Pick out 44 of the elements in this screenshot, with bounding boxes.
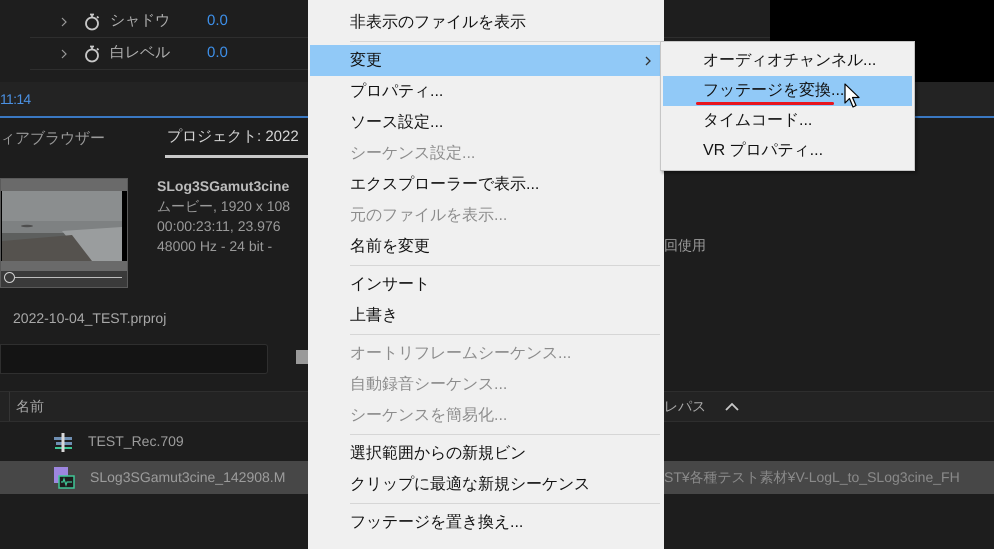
menu-item[interactable]: 選択範囲からの新規ビン: [310, 438, 662, 469]
menu-item[interactable]: プロパティ...: [310, 76, 662, 107]
timecode[interactable]: 11:14: [0, 88, 30, 110]
menu-item[interactable]: 名前を変更: [310, 231, 662, 262]
clip-detail: ムービー, 1920 x 108: [157, 197, 290, 216]
item-name: SLog3SGamut3cine_142908.M: [90, 468, 286, 487]
item-name: TEST_Rec.709: [88, 432, 184, 451]
scrubber-thumb[interactable]: [4, 272, 15, 283]
chevron-icon[interactable]: [60, 48, 68, 60]
stopwatch-icon[interactable]: [84, 12, 100, 30]
item-path: ST¥各種テスト素材¥V-LogL_to_SLog3cine_FH: [664, 468, 960, 487]
project-row[interactable]: TEST_Rec.709: [0, 425, 308, 458]
menu-item[interactable]: 変更: [310, 45, 662, 76]
menu-item[interactable]: 上書き: [310, 300, 662, 331]
panel-tab[interactable]: ィアブラウザー: [0, 120, 165, 158]
column-header[interactable]: レパス: [664, 396, 706, 417]
menu-item[interactable]: クリップに最適な新規シーケンス: [310, 469, 662, 500]
menu-item[interactable]: タイムコード...: [663, 106, 912, 136]
effect-value[interactable]: 0.0: [207, 42, 228, 65]
chevron-icon[interactable]: [60, 16, 68, 28]
mouse-pointer-icon: [844, 83, 861, 109]
video-clip-icon: [52, 466, 76, 490]
menu-item[interactable]: フッテージを変換...: [663, 76, 912, 106]
effect-label: 白レベル: [110, 43, 171, 64]
menu-item[interactable]: ソース設定...: [310, 107, 662, 138]
clip-detail: 00:00:23:11, 23.976: [157, 217, 282, 236]
stopwatch-icon[interactable]: [84, 44, 100, 62]
menu-item[interactable]: VR プロパティ...: [663, 136, 912, 166]
usage-count: 回使用: [664, 237, 706, 253]
effect-value[interactable]: 0.0: [207, 10, 228, 33]
clip-name: SLog3SGamut3cine: [157, 177, 290, 196]
menu-item[interactable]: エクスプローラーで表示...: [310, 169, 662, 200]
sort-ascending-icon: [724, 402, 740, 412]
menu-item[interactable]: オーディオチャンネル...: [663, 46, 912, 76]
menu-item[interactable]: インサート: [310, 269, 662, 300]
effect-label: シャドウ: [110, 11, 171, 32]
clip-detail: 48000 Hz - 24 bit -: [157, 237, 274, 256]
menu-item[interactable]: 非表示のファイルを表示: [310, 7, 662, 38]
column-header[interactable]: 名前: [16, 396, 44, 417]
sequence-icon: [52, 430, 74, 452]
project-file-name: 2022-10-04_TEST.prproj: [13, 308, 166, 328]
search-field[interactable]: [0, 344, 268, 374]
scrubber-track[interactable]: [4, 271, 124, 285]
menu-item[interactable]: フッテージを置き換え...: [310, 507, 662, 538]
